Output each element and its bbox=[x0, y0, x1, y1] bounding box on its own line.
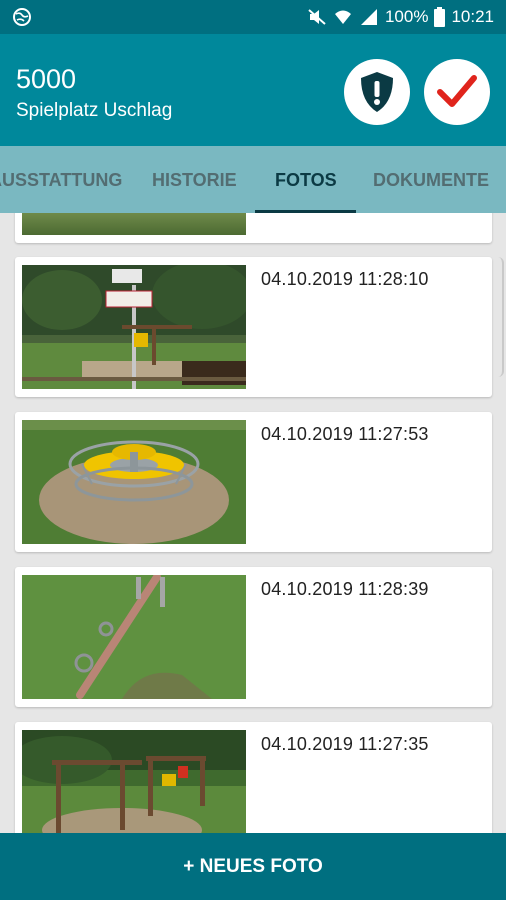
photo-timestamp: 04.10.2019 11:28:10 bbox=[261, 269, 429, 289]
signal-icon bbox=[360, 9, 377, 25]
photo-thumbnail[interactable] bbox=[22, 420, 246, 544]
photo-timestamp: 04.10.2019 11:28:39 bbox=[261, 579, 429, 599]
scroll-edge-indicator bbox=[498, 257, 504, 377]
tab-historie[interactable]: HISTORIE bbox=[152, 170, 237, 191]
photo-list[interactable]: 04.10.2019 11:28:10 04.10.2019 11:27:53 bbox=[0, 213, 506, 833]
tab-fotos[interactable]: FOTOS bbox=[275, 170, 337, 191]
battery-icon bbox=[434, 7, 446, 27]
app-bar: 5000 Spielplatz Uschlag bbox=[0, 34, 506, 146]
wifi-icon bbox=[334, 10, 351, 24]
object-name: Spielplatz Uschlag bbox=[16, 100, 173, 121]
tab-bar: AUSSTATTUNG HISTORIE FOTOS DOKUMENTE bbox=[0, 146, 506, 213]
photo-card-partial[interactable] bbox=[15, 213, 492, 243]
photo-card[interactable]: 04.10.2019 11:28:39 bbox=[15, 567, 492, 707]
tab-ausstattung[interactable]: AUSSTATTUNG bbox=[0, 170, 122, 191]
globe-icon bbox=[13, 8, 31, 26]
tab-dokumente[interactable]: DOKUMENTE bbox=[373, 170, 489, 191]
photo-timestamp: 04.10.2019 11:27:35 bbox=[261, 734, 429, 754]
photo-thumbnail[interactable] bbox=[22, 213, 246, 235]
photo-thumbnail[interactable] bbox=[22, 265, 246, 389]
confirm-button[interactable] bbox=[424, 59, 490, 125]
battery-percent: 100% bbox=[384, 7, 429, 26]
photo-timestamp: 04.10.2019 11:27:53 bbox=[261, 424, 429, 444]
photo-card[interactable]: 04.10.2019 11:27:53 bbox=[15, 412, 492, 552]
mute-icon bbox=[308, 9, 326, 25]
new-photo-button[interactable]: + NEUES FOTO bbox=[0, 833, 506, 900]
clock: 10:21 bbox=[451, 7, 494, 26]
shield-exclamation-icon bbox=[361, 72, 393, 112]
photo-card[interactable]: 04.10.2019 11:28:10 bbox=[15, 257, 492, 397]
photo-thumbnail[interactable] bbox=[22, 730, 246, 833]
checkmark-icon bbox=[437, 75, 477, 107]
photo-card[interactable]: 04.10.2019 11:27:35 bbox=[15, 722, 492, 833]
status-bar: 100% 10:21 bbox=[0, 0, 506, 34]
photo-thumbnail[interactable] bbox=[22, 575, 246, 699]
object-code: 5000 bbox=[16, 64, 77, 94]
shield-button[interactable] bbox=[344, 59, 410, 125]
